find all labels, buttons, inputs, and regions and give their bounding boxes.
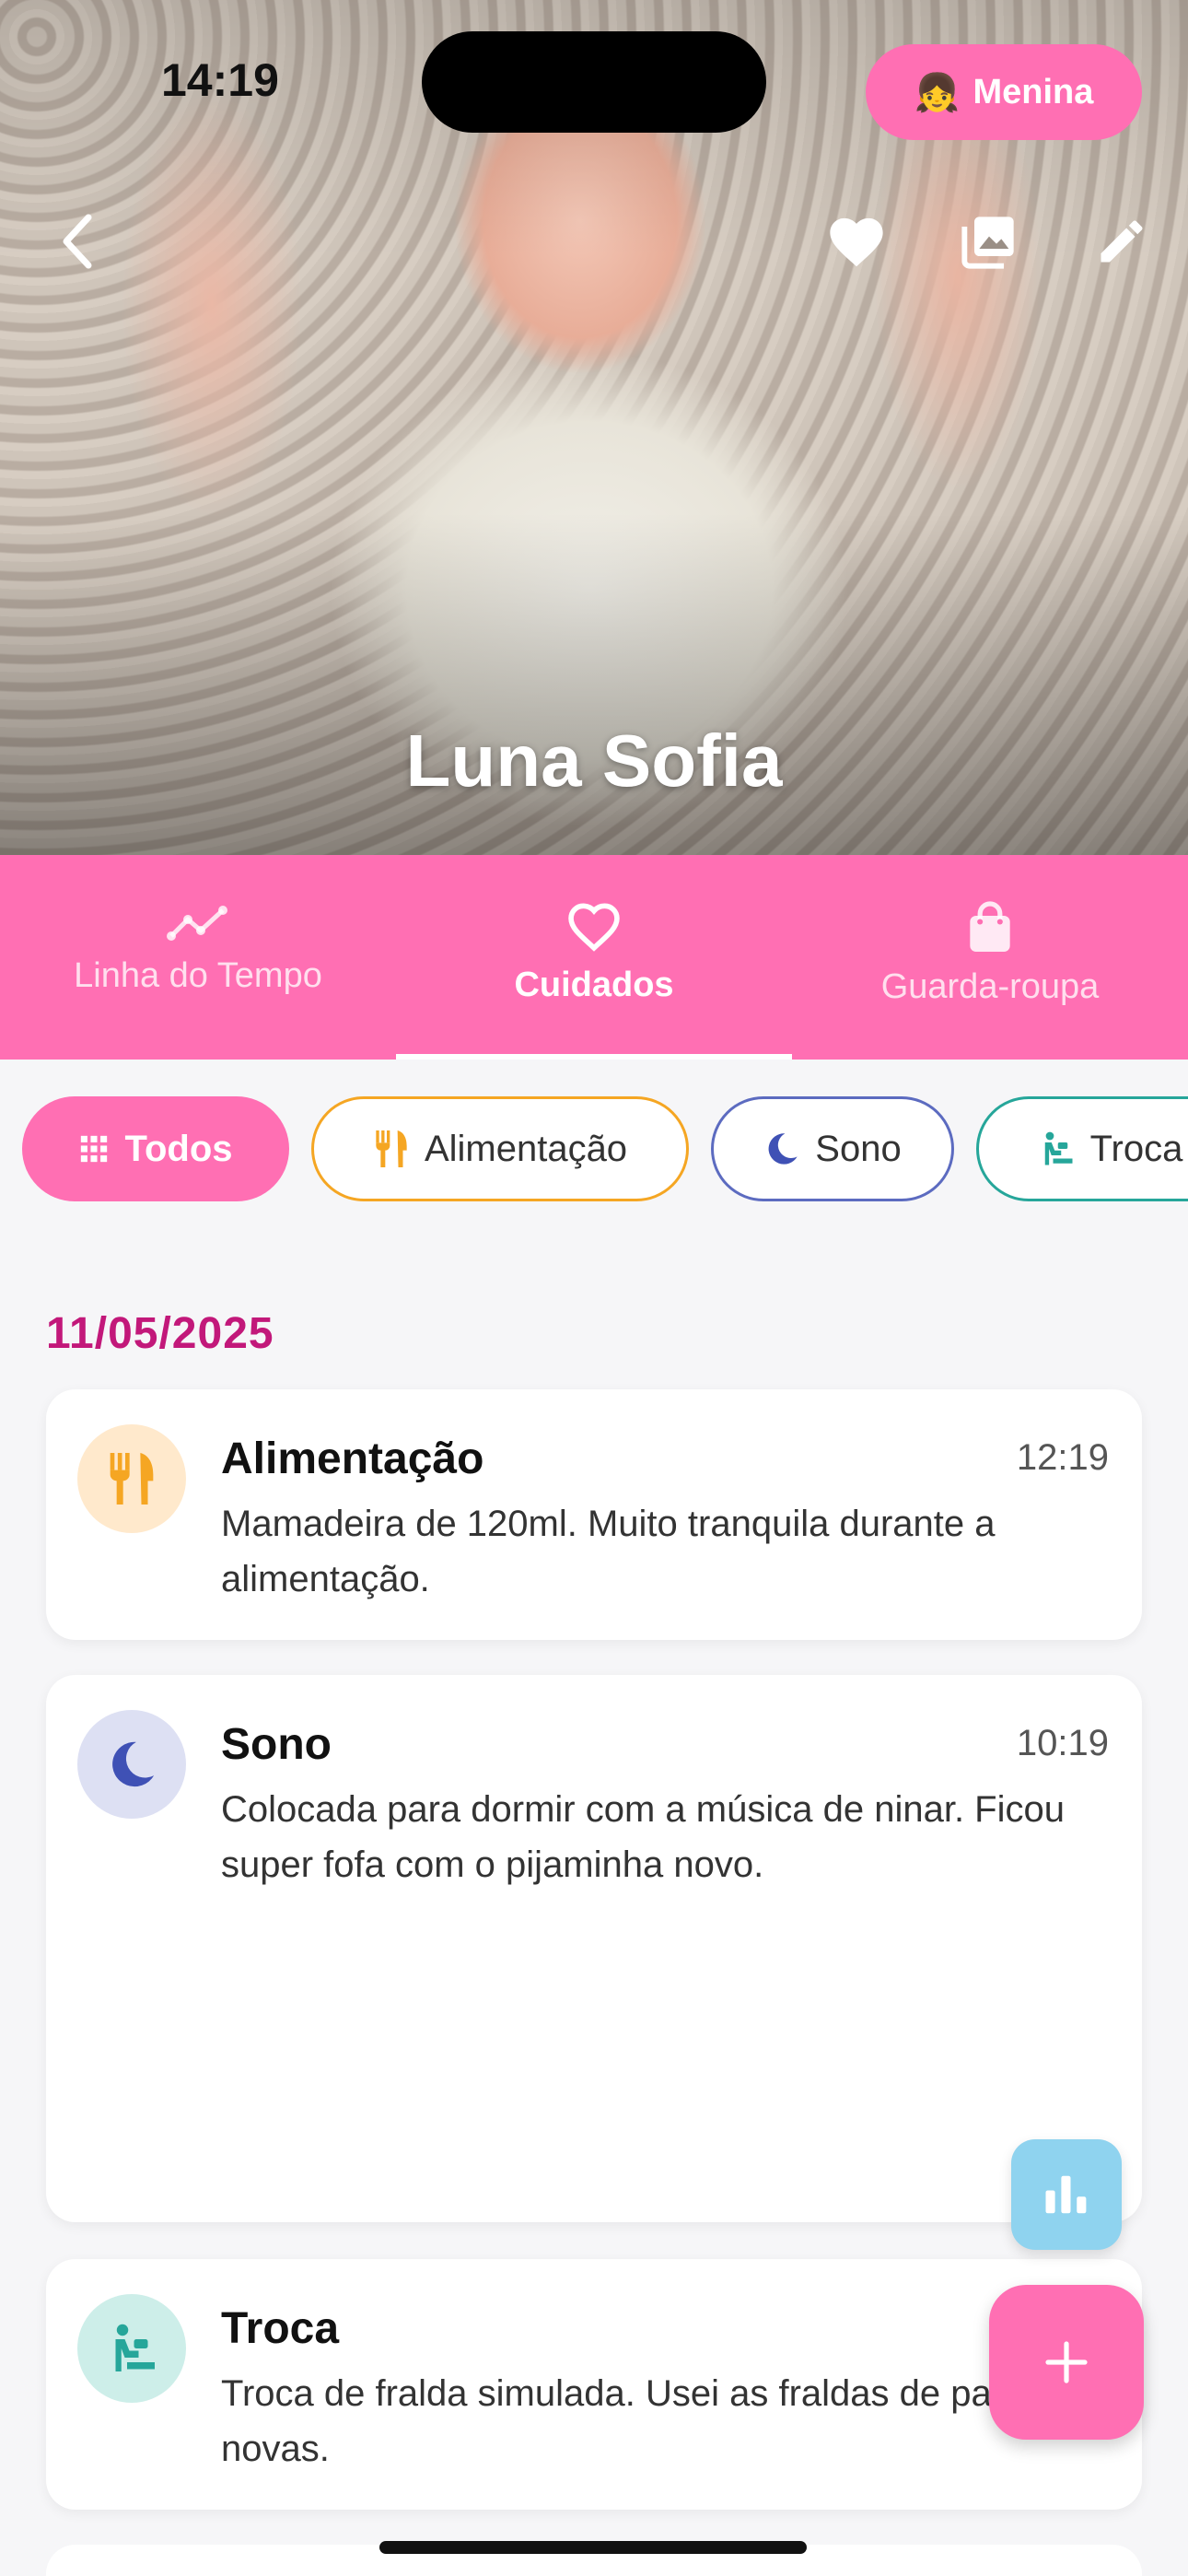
status-time: 14:19	[161, 54, 279, 106]
plus-icon	[1045, 2341, 1088, 2383]
home-indicator[interactable]	[379, 2541, 807, 2554]
entry-note: Troca de fralda simulada. Usei as fralda…	[221, 2373, 1033, 2469]
baby-changing-icon	[115, 2324, 155, 2371]
gender-badge[interactable]: 👧 Menina	[866, 44, 1142, 140]
filter-chip-feeding-label: Alimentação	[424, 1128, 628, 1169]
heart-icon	[830, 217, 883, 267]
gallery-icon	[961, 217, 1014, 269]
filter-chip-diaper-label: Troca	[1089, 1128, 1183, 1169]
tab-timeline[interactable]: Linha do Tempo	[0, 855, 396, 1060]
girl-emoji-icon: 👧	[914, 72, 961, 113]
tab-wardrobe[interactable]: Guarda-roupa	[792, 855, 1188, 1060]
add-entry-button[interactable]	[989, 2285, 1144, 2440]
date-group-header: 11/05/2025	[46, 1309, 274, 1358]
profile-hero: 14:19 👧 Menina Luna Sofia	[0, 0, 1188, 855]
grid-icon	[81, 1135, 108, 1163]
timeline-icon	[167, 906, 227, 941]
statistics-button[interactable]	[1011, 2139, 1122, 2250]
entry-category: Sono	[221, 1720, 332, 1769]
entry-note: Colocada para dormir com a música de nin…	[221, 1789, 1065, 1885]
entry-time: 10:19	[1016, 1723, 1109, 1763]
baby-changing-icon	[1044, 1131, 1073, 1165]
baby-name-title: Luna Sofia	[405, 720, 783, 802]
filter-chip-sleep-label: Sono	[815, 1128, 902, 1169]
tab-timeline-label: Linha do Tempo	[74, 956, 322, 995]
filter-chip-all-label: Todos	[124, 1128, 233, 1169]
filter-chip-diaper[interactable]: Troca	[976, 1096, 1188, 1201]
shopping-bag-icon	[970, 901, 1010, 952]
gallery-button[interactable]	[952, 205, 1026, 278]
entry-category: Alimentação	[221, 1434, 484, 1483]
back-icon	[63, 214, 92, 269]
entry-time: 12:19	[1016, 1437, 1109, 1478]
fork-knife-icon	[110, 1453, 154, 1505]
entry-note: Mamadeira de 120ml. Muito tranquila dura…	[221, 1504, 996, 1599]
favorite-button[interactable]	[820, 205, 893, 278]
moon-icon	[768, 1133, 798, 1165]
tab-care-label: Cuidados	[514, 966, 674, 1004]
gender-label: Menina	[973, 72, 1094, 111]
entry-category: Troca	[221, 2304, 340, 2353]
sleep-category-badge	[77, 1710, 186, 1819]
edit-button[interactable]	[1085, 205, 1159, 278]
tab-wardrobe-label: Guarda-roupa	[880, 967, 1100, 1006]
category-filter-chips: Todos Alimentação Sono Troca	[0, 1096, 1188, 1203]
fork-knife-icon	[376, 1130, 407, 1167]
back-button[interactable]	[41, 205, 114, 278]
filter-chip-all[interactable]: Todos	[22, 1096, 289, 1201]
diaper-category-badge	[77, 2294, 186, 2403]
feeding-category-badge	[77, 1424, 186, 1533]
section-tabs: Linha do Tempo Cuidados Guarda-roupa	[0, 855, 1188, 1060]
care-entry-card[interactable]: Sono 10:19 Colocada para dormir com a mú…	[46, 1675, 1142, 2222]
care-entry-card[interactable]: Alimentação 12:19 Mamadeira de 120ml. Mu…	[46, 1389, 1142, 1640]
dynamic-island	[422, 31, 766, 133]
tab-care[interactable]: Cuidados	[396, 855, 792, 1060]
edit-icon	[1101, 220, 1143, 263]
heart-outline-icon	[568, 903, 620, 952]
moon-icon	[112, 1741, 155, 1787]
filter-chip-sleep[interactable]: Sono	[711, 1096, 954, 1201]
care-entry-card[interactable]: Troca Troca de fralda simulada. Usei as …	[46, 2259, 1142, 2510]
filter-chip-feeding[interactable]: Alimentação	[311, 1096, 689, 1201]
bar-chart-icon	[1045, 2175, 1087, 2214]
